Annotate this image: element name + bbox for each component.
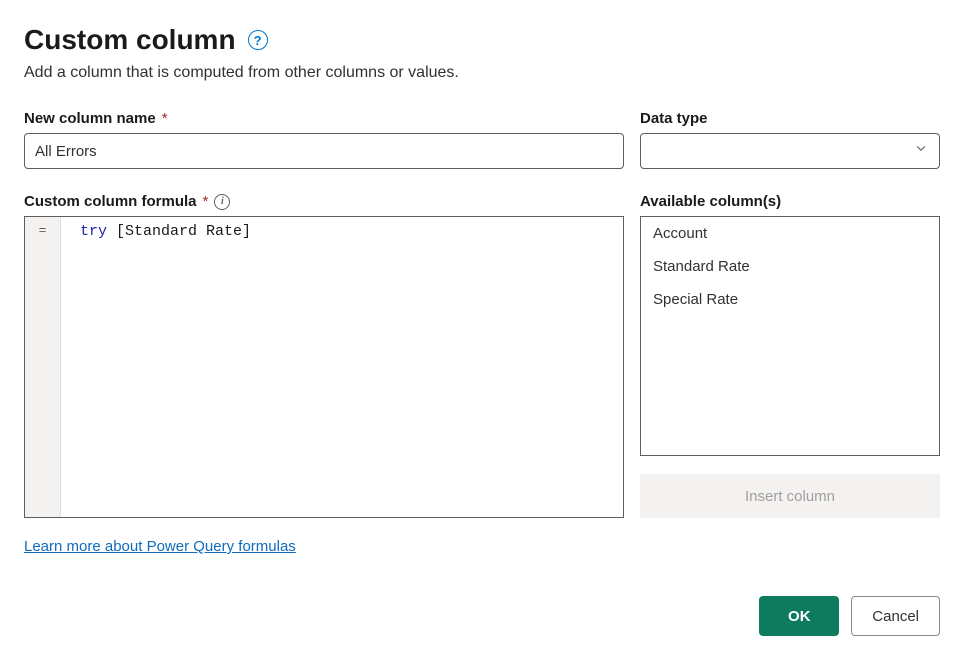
required-indicator: * (203, 193, 209, 210)
info-icon[interactable]: i (214, 194, 230, 210)
new-column-name-input[interactable] (24, 133, 624, 169)
formula-gutter: = (25, 217, 61, 517)
formula-code-area[interactable]: try [Standard Rate] (61, 217, 623, 517)
dialog-subtitle: Add a column that is computed from other… (24, 64, 940, 82)
insert-column-button: Insert column (640, 474, 940, 518)
data-type-label: Data type (640, 110, 940, 127)
data-type-select[interactable] (640, 133, 940, 169)
list-item[interactable]: Special Rate (641, 283, 939, 316)
learn-more-link[interactable]: Learn more about Power Query formulas (24, 538, 296, 555)
available-columns-list[interactable]: Account Standard Rate Special Rate (640, 216, 940, 456)
dialog-title: Custom column (24, 24, 236, 56)
formula-text: [Standard Rate] (107, 223, 251, 240)
formula-keyword: try (80, 223, 107, 240)
required-indicator: * (162, 110, 168, 127)
new-column-name-label: New column name * (24, 110, 624, 127)
cancel-button[interactable]: Cancel (851, 596, 940, 636)
formula-editor[interactable]: = try [Standard Rate] (24, 216, 624, 518)
ok-button[interactable]: OK (759, 596, 839, 636)
available-columns-label: Available column(s) (640, 193, 940, 210)
custom-formula-label: Custom column formula * i (24, 193, 624, 210)
help-icon[interactable]: ? (248, 30, 268, 50)
list-item[interactable]: Account (641, 217, 939, 250)
list-item[interactable]: Standard Rate (641, 250, 939, 283)
